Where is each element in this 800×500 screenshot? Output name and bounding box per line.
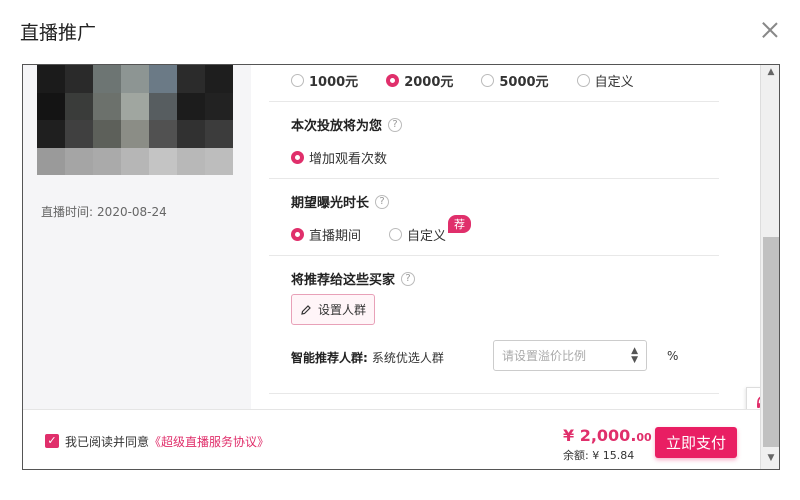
audience-label: 将推荐给这些买家? [291, 269, 416, 288]
divider [269, 101, 719, 102]
goal-option-views[interactable]: 增加观看次数 [291, 148, 387, 167]
duration-option-custom[interactable]: 自定义 [389, 225, 446, 244]
stepper-icon[interactable]: ▲ ▼ [631, 346, 638, 365]
divider [269, 178, 719, 179]
radio-icon [576, 74, 590, 87]
live-info-panel: 直播时间: 2020-08-24 [23, 65, 251, 409]
help-icon[interactable]: ? [401, 271, 416, 286]
budget-option-1000[interactable]: 1000元 [291, 71, 358, 90]
premium-rate-placeholder: 请设置溢价比例 [502, 349, 587, 363]
payment-footer: ✓ 我已阅读并同意《超级直播服务协议》 ¥ 2,000.00 余额: ¥ 15.… [23, 409, 760, 469]
agreement-link[interactable]: 《超级直播服务协议》 [149, 435, 269, 449]
pencil-icon [301, 304, 311, 315]
live-cover-thumbnail [37, 65, 233, 175]
radio-selected-icon [291, 228, 304, 241]
set-audience-button[interactable]: 设置人群 [291, 294, 375, 325]
premium-rate-input[interactable]: 请设置溢价比例 ▲ ▼ [493, 340, 647, 371]
radio-icon [291, 74, 304, 87]
duration-option-live[interactable]: 直播期间 [291, 225, 361, 244]
scroll-down-icon[interactable]: ▼ [761, 453, 779, 467]
total-price: ¥ 2,000.00 [563, 426, 652, 445]
help-icon[interactable]: ? [388, 117, 403, 132]
settings-panel: 1000元 2000元 5000元 自定义 本次投放将为您? 增加观看次数 期望… [269, 65, 719, 409]
close-icon[interactable] [760, 20, 780, 40]
vertical-scrollbar[interactable]: ▲ ▼ [760, 65, 779, 469]
live-time-label: 直播时间: [41, 205, 94, 219]
budget-option-2000[interactable]: 2000元 [386, 71, 453, 90]
live-time: 直播时间: 2020-08-24 [41, 203, 167, 220]
scroll-thumb[interactable] [763, 237, 779, 447]
recommend-badge: 荐 [448, 215, 471, 233]
help-icon[interactable]: ? [375, 194, 390, 209]
divider [269, 393, 719, 394]
divider [269, 255, 719, 256]
smart-audience-value: 系统优选人群 [371, 351, 444, 365]
radio-icon [389, 228, 403, 241]
dialog-body: 直播时间: 2020-08-24 1000元 2000元 5000元 自定义 本次… [22, 64, 780, 470]
goal-options: 增加观看次数 [291, 148, 415, 167]
radio-selected-icon [291, 151, 304, 164]
budget-options: 1000元 2000元 5000元 自定义 [291, 71, 662, 90]
promotion-dialog: 直播推广 直播时间: 2020-08-24 1000元 2000元 5000元 自… [0, 0, 800, 500]
dialog-title: 直播推广 [20, 22, 97, 44]
agreement-text: 我已阅读并同意《超级直播服务协议》 [65, 435, 270, 449]
duration-label: 期望曝光时长? [291, 192, 390, 211]
scroll-up-icon[interactable]: ▲ [761, 67, 779, 81]
budget-option-5000[interactable]: 5000元 [481, 71, 549, 90]
budget-option-custom[interactable]: 自定义 [576, 71, 634, 90]
live-time-value: 2020-08-24 [97, 205, 167, 219]
balance: 余额: ¥ 15.84 [563, 449, 635, 462]
radio-selected-icon [386, 74, 400, 87]
pay-now-button[interactable]: 立即支付 [655, 427, 737, 458]
radio-icon [481, 74, 495, 87]
duration-options: 直播期间 自定义 [291, 225, 474, 244]
smart-audience-label: 智能推荐人群: [291, 351, 368, 365]
smart-audience: 智能推荐人群: 系统优选人群 [291, 349, 444, 366]
goal-label: 本次投放将为您? [291, 115, 403, 134]
agree-checkbox[interactable]: ✓ [45, 434, 59, 448]
percent-unit: % [667, 349, 679, 363]
